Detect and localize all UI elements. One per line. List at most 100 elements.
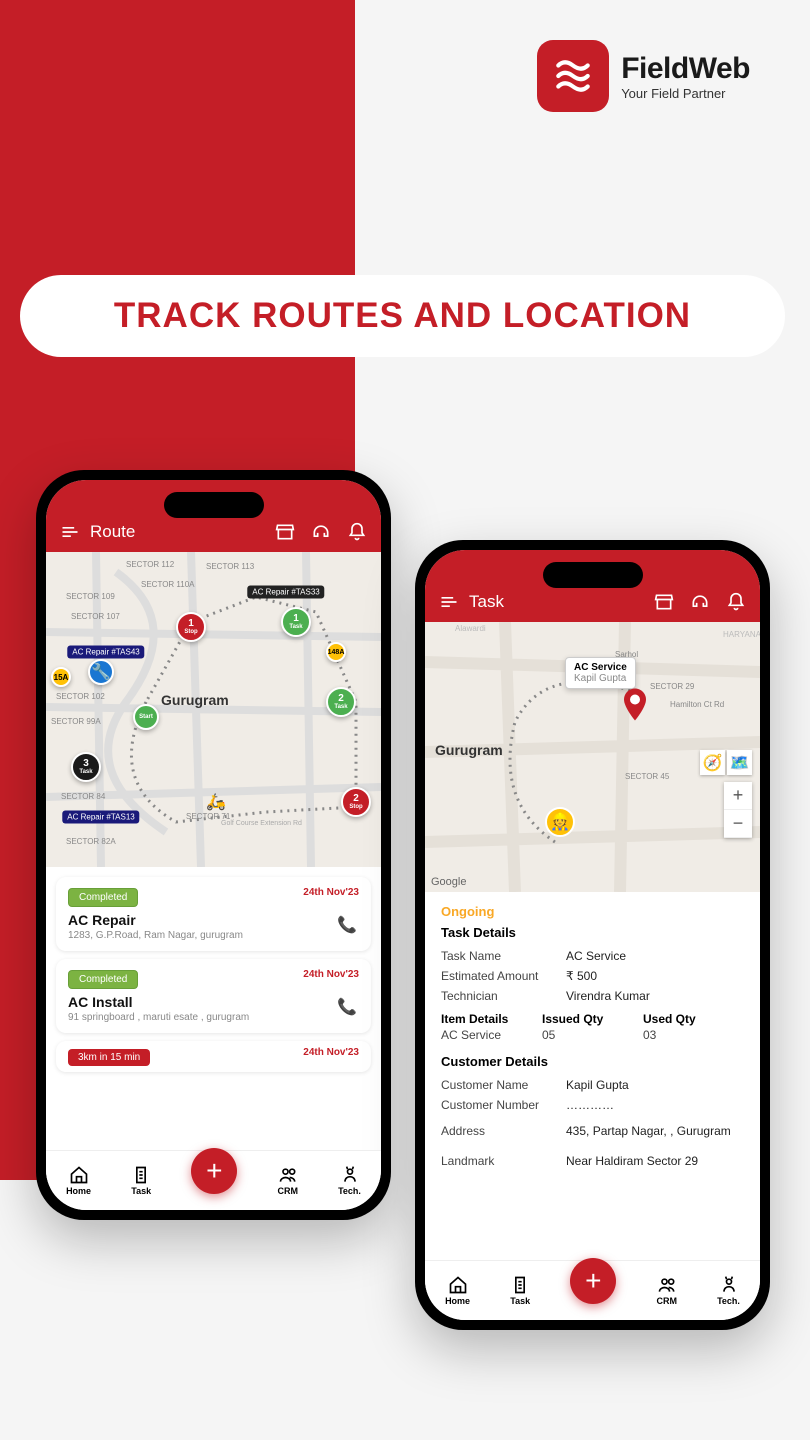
pin-task-2[interactable]: 2Task: [326, 687, 356, 717]
detail-row: Customer Number…………: [441, 1095, 744, 1115]
task-title: AC Repair: [68, 912, 359, 928]
pin-stop-2[interactable]: 2Stop: [341, 787, 371, 817]
location-pin-icon[interactable]: [623, 689, 647, 726]
task-tag[interactable]: AC Repair #TAS33: [247, 586, 324, 599]
zoom-in[interactable]: +: [724, 782, 752, 810]
headset-icon[interactable]: [690, 592, 710, 612]
brand-name: FieldWeb: [621, 52, 750, 86]
brand-logo-icon: [537, 40, 609, 112]
sector-label: SECTOR 113: [206, 562, 254, 571]
task-status: Ongoing: [441, 904, 744, 919]
phone-notch: [164, 492, 264, 518]
item-header-row: Item DetailsIssued QtyUsed Qty: [441, 1012, 744, 1026]
pin-wrench-icon[interactable]: 🔧: [88, 659, 114, 685]
status-badge: Completed: [68, 888, 138, 907]
fab-add[interactable]: +: [570, 1258, 616, 1304]
store-icon[interactable]: [275, 522, 295, 542]
directions-icon[interactable]: 🧭: [700, 750, 725, 775]
detail-row: TechnicianVirendra Kumar: [441, 986, 744, 1006]
nav-tech[interactable]: Tech.: [338, 1165, 361, 1196]
section-heading: Customer Details: [441, 1054, 744, 1069]
brand-tagline: Your Field Partner: [621, 86, 750, 101]
bell-icon[interactable]: [347, 522, 367, 542]
nav-task[interactable]: Task: [131, 1165, 151, 1196]
task-date: 24th Nov'23: [303, 887, 359, 898]
nav-home[interactable]: Home: [66, 1165, 91, 1196]
detail-row: Task NameAC Service: [441, 946, 744, 966]
sector-label: SECTOR 84: [61, 792, 105, 801]
sector-label: Alawardi: [455, 624, 486, 633]
menu-icon[interactable]: [60, 522, 80, 542]
google-attribution: Google: [431, 876, 466, 888]
task-address: 1283, G.P.Road, Ram Nagar, gurugram: [68, 930, 359, 941]
headline-banner: TRACK ROUTES AND LOCATION: [20, 275, 785, 357]
pin-stop-1[interactable]: 1Stop: [176, 612, 206, 642]
sector-label: SECTOR 102: [56, 692, 105, 701]
detail-row: Address435, Partap Nagar, , Gurugram: [441, 1121, 744, 1141]
sector-label: SECTOR 107: [71, 612, 120, 621]
status-badge: Completed: [68, 970, 138, 989]
screen-title: Task: [469, 592, 504, 612]
bottom-nav: Home Task + CRM Tech.: [425, 1260, 760, 1320]
task-tag[interactable]: AC Repair #TAS13: [62, 811, 139, 824]
zoom-out[interactable]: −: [724, 810, 752, 838]
task-date: 24th Nov'23: [303, 1047, 359, 1058]
detail-row: Customer NameKapil Gupta: [441, 1075, 744, 1095]
store-icon[interactable]: [654, 592, 674, 612]
sector-label: HARYANA: [723, 630, 760, 639]
phone-route: Route Gurugram SECTOR 112 SECTOR 113 SEC…: [36, 470, 391, 1220]
google-maps-icon[interactable]: 🗺️: [727, 750, 752, 775]
screen-title: Route: [90, 522, 135, 542]
sector-label: SECTOR 109: [66, 592, 115, 601]
live-status-badge: 3km in 15 min: [68, 1049, 150, 1066]
task-address: 91 springboard , maruti esate , gurugram: [68, 1012, 359, 1023]
sector-label: SECTOR 112: [126, 560, 174, 569]
phone-icon[interactable]: 📞: [337, 915, 357, 935]
task-list: Completed 24th Nov'23 AC Repair 1283, G.…: [46, 867, 381, 1082]
task-tag[interactable]: AC Repair #TAS43: [67, 646, 144, 659]
route-map[interactable]: Gurugram SECTOR 112 SECTOR 113 SECTOR 11…: [46, 552, 381, 867]
menu-icon[interactable]: [439, 592, 459, 612]
headline-text: TRACK ROUTES AND LOCATION: [114, 296, 691, 336]
pin-route-marker[interactable]: 15A: [51, 667, 71, 687]
sector-label: SECTOR 110A: [141, 580, 195, 589]
nav-home[interactable]: Home: [445, 1275, 470, 1306]
map-nav-buttons: 🧭 🗺️: [700, 750, 752, 775]
pin-task-1[interactable]: 1Task: [281, 607, 311, 637]
sector-label: SECTOR 45: [625, 772, 669, 781]
phone-notch: [543, 562, 643, 588]
brand-block: FieldWeb Your Field Partner: [537, 40, 750, 112]
section-heading: Task Details: [441, 925, 744, 940]
bottom-nav: Home Task + CRM Tech.: [46, 1150, 381, 1210]
pin-start[interactable]: Start: [133, 704, 159, 730]
task-map[interactable]: Gurugram SECTOR 29 SECTOR 45 Sarhol Hami…: [425, 622, 760, 892]
phone-icon[interactable]: 📞: [337, 997, 357, 1017]
nav-task[interactable]: Task: [510, 1275, 530, 1306]
sector-label: SECTOR 82A: [66, 837, 116, 846]
nav-tech[interactable]: Tech.: [717, 1275, 740, 1306]
detail-row: Estimated Amount₹ 500: [441, 966, 744, 986]
pin-task-3[interactable]: 3Task: [71, 752, 101, 782]
bell-icon[interactable]: [726, 592, 746, 612]
map-info-window[interactable]: AC Service Kapil Gupta: [565, 657, 636, 689]
city-label: Gurugram: [435, 742, 503, 758]
sector-label: SECTOR 29: [650, 682, 694, 691]
phone-task: Task Gurugram SECTOR 29 SECTOR 45 Sarhol…: [415, 540, 770, 1330]
item-row: AC Service0503: [441, 1026, 744, 1048]
task-card[interactable]: 3km in 15 min 24th Nov'23: [56, 1041, 371, 1072]
task-details-panel: Ongoing Task Details Task NameAC Service…: [425, 892, 760, 1183]
task-card[interactable]: Completed 24th Nov'23 AC Repair 1283, G.…: [56, 877, 371, 951]
detail-row: LandmarkNear Haldiram Sector 29: [441, 1151, 744, 1171]
nav-crm[interactable]: CRM: [656, 1275, 677, 1306]
city-label: Gurugram: [161, 692, 229, 708]
zoom-controls: + −: [724, 782, 752, 838]
pin-route-marker[interactable]: 148A: [326, 642, 346, 662]
technician-icon: 👷: [545, 807, 575, 837]
headset-icon[interactable]: [311, 522, 331, 542]
nav-crm[interactable]: CRM: [277, 1165, 298, 1196]
fab-add[interactable]: +: [191, 1148, 237, 1194]
rider-icon: 🛵: [206, 792, 226, 812]
task-date: 24th Nov'23: [303, 969, 359, 980]
sector-label: SECTOR 99A: [51, 717, 101, 726]
task-card[interactable]: Completed 24th Nov'23 AC Install 91 spri…: [56, 959, 371, 1033]
